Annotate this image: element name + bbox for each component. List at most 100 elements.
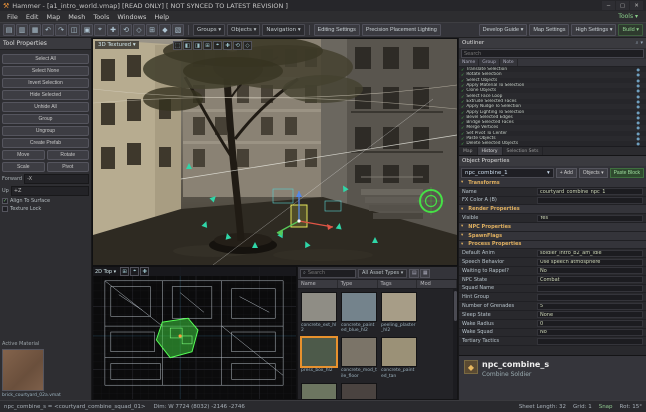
outliner-tab[interactable]: Selection Sets (503, 147, 544, 155)
property-value-field[interactable] (537, 294, 643, 301)
scene-3d[interactable] (93, 39, 457, 265)
check-icon[interactable]: ✓ (461, 78, 464, 83)
property-value-field[interactable]: 5 (537, 303, 643, 310)
option-checkbox-row[interactable]: ✓ Align To Surface (2, 198, 89, 204)
minimize-button[interactable]: ─ (602, 1, 615, 10)
property-row[interactable]: FX Color A (B) (459, 197, 646, 206)
transform-mode-button[interactable]: Scale (2, 162, 45, 172)
check-icon[interactable]: ✓ (461, 67, 464, 72)
asset-item[interactable]: concrete_painted_blue_hl2 (341, 292, 377, 333)
scene-2d-wireframe[interactable] (93, 267, 296, 399)
close-button[interactable]: ✕ (630, 1, 643, 10)
menu-item[interactable]: Mesh (64, 13, 89, 21)
property-row[interactable]: Sleep State None (459, 311, 646, 320)
viewport-2d-icon[interactable]: ⊞ (120, 267, 129, 276)
menu-item[interactable]: Tools (89, 13, 113, 21)
asset-item[interactable]: peeling_paint_green (301, 383, 337, 399)
property-row[interactable]: SpawnFlags (459, 232, 646, 241)
outliner-row[interactable]: ✓ Delete Selected Objects ● (459, 141, 646, 146)
menu-item[interactable]: Windows (113, 13, 150, 21)
asset-item[interactable]: peeling_plaster_hl2 (381, 292, 417, 333)
toolbar-dropdown[interactable]: Objects ▾ (227, 24, 260, 36)
viewport-toolbar-icon[interactable]: ◇ (243, 41, 252, 50)
menu-item[interactable]: Edit (22, 13, 43, 21)
tool-properties-button[interactable]: Ungroup (2, 126, 89, 136)
asset-item[interactable]: press_box_hl2 (301, 337, 337, 378)
tools-menu-badge[interactable]: Tools ▾ (613, 13, 643, 20)
check-icon[interactable]: ✓ (461, 115, 464, 120)
undo-icon[interactable]: ↶ (42, 24, 54, 36)
property-row[interactable]: NPC State Combat (459, 276, 646, 285)
property-row[interactable]: Name courtyard_combine_npc_1 (459, 188, 646, 197)
asset-search-input[interactable] (308, 270, 353, 276)
maximize-button[interactable]: ▢ (616, 1, 629, 10)
property-row[interactable]: Visible Yes (459, 214, 646, 223)
property-value-field[interactable]: courtyard_combine_npc_1 (537, 188, 643, 195)
toolbar-dropdown[interactable]: Navigation ▾ (262, 24, 304, 36)
toolbar-right-button[interactable]: High Settings ▾ (571, 24, 616, 36)
check-icon[interactable]: ✓ (461, 83, 464, 88)
property-row[interactable]: NPC Properties (459, 223, 646, 232)
asset-item[interactable]: concrete_ext_hl2 (301, 292, 337, 333)
asset-thumbnail[interactable] (341, 337, 377, 367)
toolbar-button[interactable]: Precision Placement Lighting (362, 24, 441, 36)
asset-item[interactable]: concrete_mod_tile_floor (341, 337, 377, 378)
asset-thumbnail[interactable] (301, 337, 337, 367)
objects-button[interactable]: Objects ▾ (579, 168, 608, 178)
outliner-search-input[interactable] (464, 51, 641, 57)
new-file-icon[interactable]: ▤ (3, 24, 15, 36)
snap-toggle[interactable]: Snap (599, 404, 613, 410)
check-icon[interactable]: ✓ (461, 88, 464, 93)
asset-thumbnail[interactable] (381, 337, 417, 367)
asset-column-header[interactable]: Tags (378, 280, 418, 288)
outliner-column-header[interactable]: Group (479, 59, 500, 66)
property-value-field[interactable]: No (537, 329, 643, 336)
viewport-toolbar-icon[interactable]: ⟲ (233, 41, 242, 50)
asset-column-header[interactable]: Type (338, 280, 378, 288)
outliner-column-header[interactable]: Name (459, 59, 479, 66)
asset-column-header[interactable]: Mod (417, 280, 457, 288)
viewport-toolbar-icon[interactable]: ⌖ (213, 41, 222, 50)
rotate-tool-icon[interactable]: ⟲ (120, 24, 132, 36)
asset-thumbnail[interactable] (381, 292, 417, 322)
outliner-header-icon[interactable]: ⌕ (636, 40, 639, 46)
property-row[interactable]: Speech Behavior Use speech atmosphere (459, 258, 646, 267)
property-value-field[interactable] (537, 285, 643, 292)
property-row[interactable]: Wake Squad No (459, 329, 646, 338)
property-value-field[interactable]: Yes (537, 215, 643, 222)
menu-item[interactable]: Map (42, 13, 64, 21)
outliner-column-header[interactable]: Note (500, 59, 518, 66)
property-value-field[interactable]: Use speech atmosphere (537, 259, 643, 266)
property-row[interactable]: Waiting to Rappel? No (459, 267, 646, 276)
outliner-tab[interactable]: Map (459, 147, 478, 155)
active-material-thumbnail[interactable] (2, 349, 44, 391)
property-row[interactable]: Wake Radius 0 (459, 320, 646, 329)
property-value-field[interactable]: Combat (537, 276, 643, 283)
scale-tool-icon[interactable]: ◇ (133, 24, 145, 36)
outliner-search-box[interactable] (461, 49, 644, 58)
property-row[interactable]: Default Anim soldier_intro_b2_am_idle (459, 249, 646, 258)
property-row[interactable]: Number of Grenades 5 (459, 302, 646, 311)
menu-item[interactable]: File (3, 13, 22, 21)
tool-properties-button[interactable]: Group (2, 114, 89, 124)
paste-block-button[interactable]: Paste Block (610, 168, 644, 178)
outliner-tab[interactable]: History (478, 147, 503, 155)
viewport-toolbar-icon[interactable]: ◧ (183, 41, 192, 50)
status-grid-size[interactable]: Grid: 1 (573, 404, 592, 410)
copy-icon[interactable]: ◫ (68, 24, 80, 36)
tool-properties-button[interactable]: Invert Selection (2, 78, 89, 88)
select-tool-icon[interactable]: ⌖ (94, 24, 106, 36)
check-icon[interactable]: ✓ (461, 99, 464, 104)
asset-view-button[interactable]: ▤ (409, 269, 419, 278)
property-value-field[interactable] (537, 197, 643, 204)
entity-tool-icon[interactable]: ◆ (159, 24, 171, 36)
property-row[interactable]: Render Properties (459, 205, 646, 214)
asset-filter-dropdown[interactable]: All Asset Types ▾ (358, 269, 407, 278)
viewport-2d-icon[interactable]: ✚ (140, 267, 149, 276)
viewport-toolbar-icon[interactable]: ⬚ (173, 41, 182, 50)
transform-mode-button[interactable]: Pivot (47, 162, 90, 172)
asset-thumbnail[interactable] (341, 383, 377, 399)
check-icon[interactable]: ✓ (461, 141, 464, 146)
property-row[interactable]: Tertiary Tactics (459, 337, 646, 346)
viewport-toolbar-icon[interactable]: ✚ (223, 41, 232, 50)
